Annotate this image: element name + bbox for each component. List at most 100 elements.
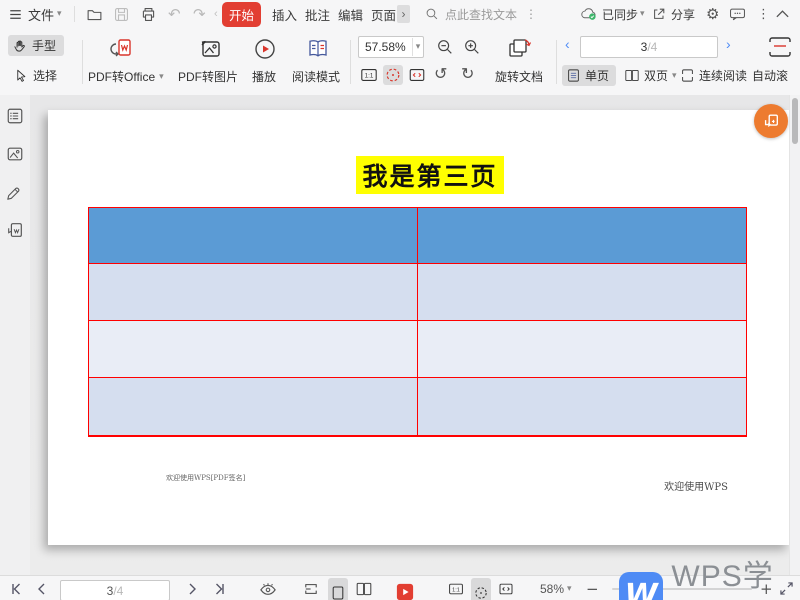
pdf-to-image-button[interactable]: PDF转图片 — [178, 68, 238, 85]
pdf-export-panel-button[interactable] — [6, 221, 24, 239]
collapse-toolbar-button[interactable] — [775, 0, 790, 28]
continuous-layout-button[interactable] — [303, 576, 319, 600]
more-menu-button[interactable]: ⋮ — [757, 0, 770, 28]
tab-home[interactable]: 开始 — [222, 0, 262, 28]
slideshow-button[interactable] — [396, 579, 414, 600]
open-file-button[interactable] — [86, 0, 103, 28]
rotate-doc-icon-wrap[interactable] — [505, 36, 533, 62]
printer-icon — [142, 7, 155, 21]
file-menu[interactable]: 文件 ▾ — [28, 0, 62, 28]
zoom-input[interactable]: 57.58% ▾ — [358, 36, 425, 58]
continuous-read-button[interactable]: 连续阅读 — [678, 65, 749, 86]
hand-tool-button[interactable]: 手型 — [8, 35, 65, 56]
convert-floating-badge[interactable] — [754, 104, 788, 138]
hamburger-menu-icon[interactable] — [8, 0, 23, 28]
single-page-button[interactable]: 单页 — [562, 65, 617, 86]
prev-page-button-bottom[interactable] — [36, 576, 46, 600]
page-title: 我是第三页 — [48, 156, 790, 194]
tab-scroll-right[interactable]: › — [397, 0, 410, 28]
rotate-right-button[interactable]: ↻ — [461, 64, 474, 83]
save-button[interactable] — [113, 0, 130, 28]
caret-down-icon: ▾ — [672, 70, 677, 81]
page-number-input[interactable]: 3/4 — [580, 36, 718, 58]
prev-page-button[interactable]: ‹ — [565, 36, 570, 52]
zoom-out-icon — [438, 40, 452, 54]
page-footer-right: 欢迎使用WPS — [664, 482, 728, 493]
play-button[interactable]: 播放 — [252, 68, 276, 85]
double-page-icon — [356, 582, 372, 595]
pdf-to-image-icon — [201, 40, 220, 57]
tab-scroll-left[interactable]: ‹ — [214, 0, 218, 28]
zoom-value: 57.58% — [365, 40, 406, 54]
double-page-button[interactable]: 双页 ▾ — [622, 65, 679, 86]
fit-page-button[interactable] — [383, 65, 403, 85]
play-icon-wrap[interactable] — [252, 36, 278, 62]
image-panel-button[interactable] — [6, 145, 24, 163]
pdf-to-image-icon-wrap[interactable] — [198, 36, 224, 62]
watermark-text: WPS学院 — [671, 560, 774, 593]
wps-pdf-window: 文件 ▾ ↶ ↷ ‹ 开始 插入 批注 编辑 页面 › 点此查找文本 ⋮ 已同步… — [0, 0, 800, 600]
read-mode-button[interactable]: 阅读模式 — [292, 68, 340, 85]
fit-width-button-bottom[interactable] — [498, 576, 514, 600]
zoom-in-button[interactable] — [463, 38, 481, 56]
pdf-to-office-icon-wrap[interactable] — [108, 36, 134, 62]
table-cell — [418, 321, 746, 378]
search-icon — [426, 8, 438, 20]
auto-scroll-button[interactable]: 自动滚 — [752, 65, 800, 86]
caret-down-icon: ▾ — [567, 583, 572, 594]
first-page-button[interactable] — [10, 576, 24, 600]
page-total: /4 — [113, 583, 124, 598]
signature-panel-button[interactable] — [6, 183, 24, 201]
tab-home-label: 开始 — [222, 1, 262, 27]
last-page-button[interactable] — [212, 576, 226, 600]
zoom-out-button-bottom[interactable]: − — [586, 576, 599, 600]
last-page-icon — [216, 583, 224, 594]
rotate-left-button[interactable]: ↺ — [434, 64, 447, 83]
single-page-layout-button[interactable] — [328, 578, 348, 600]
rotate-doc-button[interactable]: 旋转文档 — [495, 68, 543, 85]
table-header-row — [89, 208, 746, 264]
fit-page-button-bottom[interactable] — [471, 578, 491, 600]
feedback-button[interactable] — [729, 0, 746, 28]
page-total: /4 — [647, 40, 658, 54]
auto-scroll-icon-wrap[interactable] — [764, 34, 798, 60]
search-placeholder: 点此查找文本 — [445, 7, 518, 22]
table-cell — [89, 378, 418, 435]
select-tool-button[interactable]: 选择 — [10, 65, 65, 86]
search-box[interactable]: 点此查找文本 ⋮ — [425, 0, 537, 28]
convert-badge-icon — [764, 114, 778, 127]
page-number-input-bottom[interactable]: 3/4 — [60, 578, 170, 600]
redo-button[interactable]: ↷ — [193, 0, 206, 28]
fit-width-button[interactable] — [408, 66, 426, 84]
actual-size-button[interactable]: 1:1 — [360, 66, 378, 84]
select-tool-label: 选择 — [33, 69, 58, 83]
print-button[interactable] — [140, 0, 157, 28]
zoom-level-dropdown[interactable]: 58% ▾ — [540, 576, 572, 600]
chevron-left-icon: ‹ — [565, 36, 570, 52]
auto-scroll-label: 自动滚 — [752, 69, 789, 83]
pdf-to-office-button[interactable]: PDF转Office ▾ — [88, 68, 164, 85]
double-page-layout-button[interactable] — [355, 576, 373, 600]
rotate-doc-icon — [509, 39, 532, 57]
document-table — [88, 207, 747, 437]
share-button[interactable]: 分享 — [651, 0, 695, 28]
outline-icon — [7, 108, 23, 124]
scrollbar-thumb[interactable] — [792, 98, 798, 144]
next-page-button[interactable]: › — [726, 36, 731, 52]
pdf-page[interactable]: 我是第三页 欢迎使用WPS[PDF签名] 欢迎使用WPS — [48, 110, 790, 545]
settings-button[interactable]: ⚙ — [706, 0, 719, 28]
eye-protection-button[interactable] — [258, 576, 278, 600]
pen-signature-icon — [7, 187, 20, 200]
zoom-out-button[interactable] — [436, 38, 454, 56]
sync-status[interactable]: 已同步 ▾ — [580, 0, 645, 28]
undo-button[interactable]: ↶ — [168, 0, 181, 28]
search-more-icon[interactable]: ⋮ — [525, 7, 537, 21]
read-mode-icon-wrap[interactable] — [305, 36, 331, 62]
document-canvas[interactable]: 我是第三页 欢迎使用WPS[PDF签名] 欢迎使用WPS — [30, 95, 790, 575]
actual-size-button-bottom[interactable]: 1:1 — [448, 576, 464, 600]
svg-text:1:1: 1:1 — [365, 73, 374, 80]
vertical-scrollbar[interactable] — [789, 95, 800, 575]
next-page-button-bottom[interactable] — [188, 576, 198, 600]
outline-panel-button[interactable] — [6, 107, 24, 125]
fit-page-icon — [386, 68, 400, 82]
